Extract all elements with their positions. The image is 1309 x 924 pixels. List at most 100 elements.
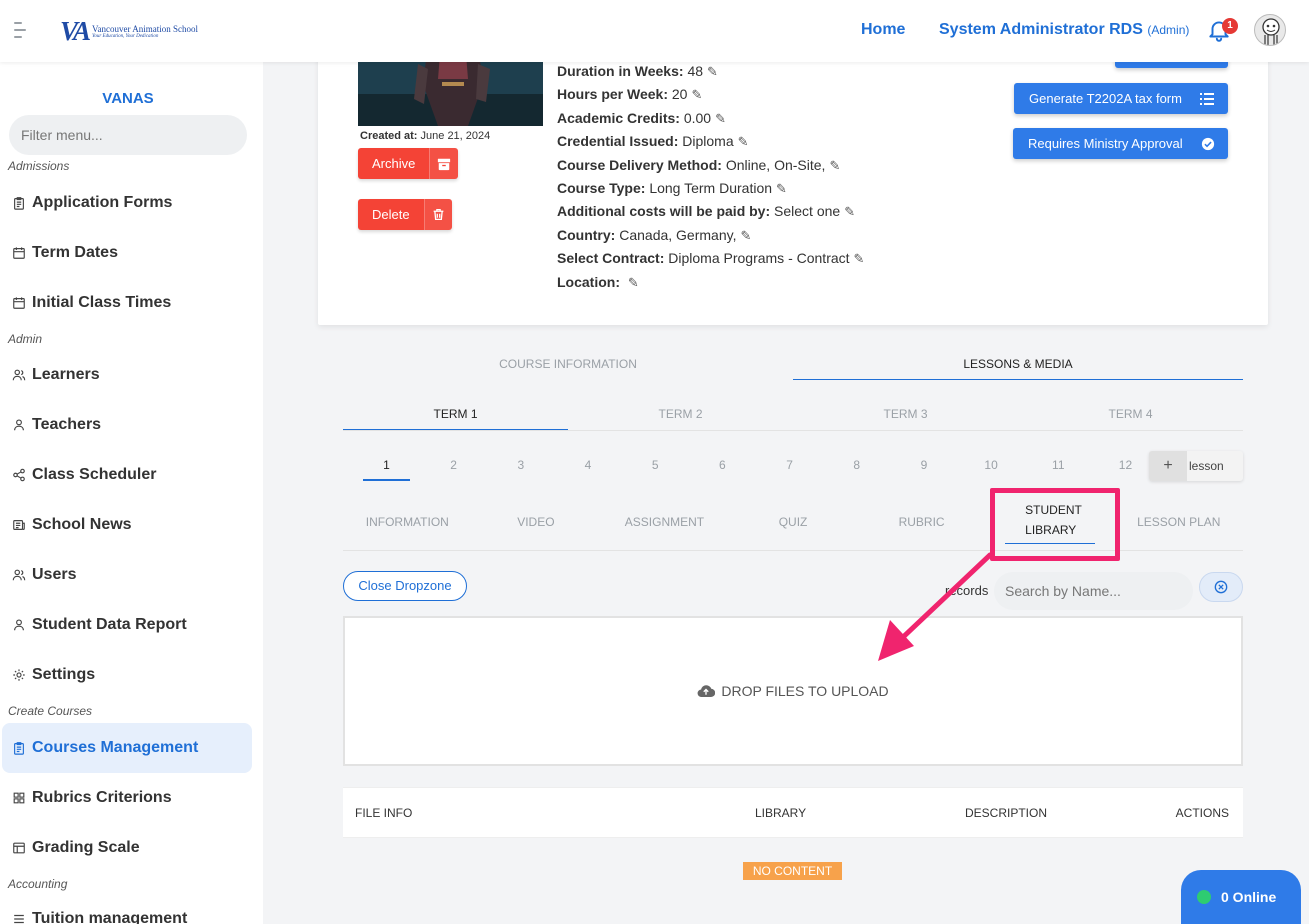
tab-course-information[interactable]: COURSE INFORMATION xyxy=(343,350,793,380)
tab-lesson-9[interactable]: 9 xyxy=(890,450,957,481)
sidebar-item-class-scheduler[interactable]: Class Scheduler xyxy=(2,450,252,500)
tab-term-3[interactable]: TERM 3 xyxy=(793,400,1018,430)
sidebar-item-learners[interactable]: Learners xyxy=(2,350,252,400)
gear-icon xyxy=(13,669,25,681)
tab-quiz[interactable]: QUIZ xyxy=(729,493,858,550)
user-name: System Administrator RDS xyxy=(939,21,1143,38)
highlight-box xyxy=(990,488,1120,561)
pencil-icon[interactable]: ✎ xyxy=(707,61,718,83)
sidebar-item-courses-management[interactable]: Courses Management xyxy=(2,723,252,773)
search-input[interactable] xyxy=(994,572,1193,610)
tab-lesson-3[interactable]: 3 xyxy=(487,450,554,481)
created-value: June 21, 2024 xyxy=(420,130,491,142)
course-details: Duration in Weeks: 48 ✎ Hours per Week: 2… xyxy=(557,60,864,294)
tab-video[interactable]: VIDEO xyxy=(472,493,601,550)
pencil-icon[interactable]: ✎ xyxy=(844,201,855,223)
pencil-icon[interactable]: ✎ xyxy=(628,272,639,294)
tab-information[interactable]: INFORMATION xyxy=(343,493,472,550)
tab-lesson-2[interactable]: 2 xyxy=(420,450,487,481)
pencil-icon[interactable]: ✎ xyxy=(738,131,749,153)
online-count: 0 Online xyxy=(1221,889,1277,905)
detail-country: Country: Canada, Germany, ✎ xyxy=(557,224,864,247)
detail-value: 0.00 xyxy=(683,109,712,126)
plus-icon: + xyxy=(1149,451,1187,481)
section-create-courses: Create Courses xyxy=(8,704,93,718)
users-icon xyxy=(12,369,26,381)
sidebar-item-grading-scale[interactable]: Grading Scale xyxy=(2,823,252,873)
calendar-icon xyxy=(13,247,25,259)
pencil-icon[interactable]: ✎ xyxy=(829,155,840,177)
tab-rubric[interactable]: RUBRIC xyxy=(857,493,986,550)
column-actions: ACTIONS xyxy=(1175,806,1229,820)
school-logo[interactable]: VA Vancouver Animation School Your Educa… xyxy=(60,16,198,47)
tab-term-2[interactable]: TERM 2 xyxy=(568,400,793,430)
sidebar-item-school-news[interactable]: School News xyxy=(2,500,252,550)
detail-label: Hours per Week: xyxy=(557,86,668,103)
sidebar-item-rubrics-criterions[interactable]: Rubrics Criterions xyxy=(2,773,252,823)
delete-button[interactable]: Delete xyxy=(358,199,452,230)
dropzone[interactable]: DROP FILES TO UPLOAD xyxy=(343,616,1243,766)
sidebar-item-settings[interactable]: Settings xyxy=(2,650,252,700)
archive-button[interactable]: Archive xyxy=(358,148,458,179)
tab-lesson-11[interactable]: 11 xyxy=(1025,450,1092,481)
sidebar-item-term-dates[interactable]: Term Dates xyxy=(2,228,252,278)
detail-additional-costs: Additional costs will be paid by: Select… xyxy=(557,200,864,223)
tab-lesson-8[interactable]: 8 xyxy=(823,450,890,481)
home-link[interactable]: Home xyxy=(861,21,905,39)
tab-term-4[interactable]: TERM 4 xyxy=(1018,400,1243,430)
sidebar-item-initial-class-times[interactable]: Initial Class Times xyxy=(2,278,252,328)
detail-duration: Duration in Weeks: 48 ✎ xyxy=(557,60,864,83)
grid-icon xyxy=(13,792,25,804)
sidebar-item-users[interactable]: Users xyxy=(2,550,252,600)
menu-toggle-icon[interactable] xyxy=(14,22,28,43)
detail-label: Course Type: xyxy=(557,180,646,197)
add-lesson-button[interactable]: + lesson xyxy=(1149,451,1243,481)
sidebar-item-tuition-management[interactable]: Tuition management xyxy=(2,894,252,924)
user-role: (Admin) xyxy=(1147,23,1190,37)
tab-lesson-4[interactable]: 4 xyxy=(554,450,621,481)
clear-search-button[interactable] xyxy=(1199,572,1243,602)
archive-icon xyxy=(429,148,458,179)
tab-lessons-media[interactable]: LESSONS & MEDIA xyxy=(793,350,1243,380)
generate-t2202a-button[interactable]: Generate T2202A tax form xyxy=(1014,83,1228,114)
users-icon xyxy=(12,569,26,581)
requires-ministry-approval-button[interactable]: Requires Ministry Approval xyxy=(1013,128,1228,159)
sidebar-item-label: Tuition management xyxy=(32,910,188,924)
tab-lesson-6[interactable]: 6 xyxy=(689,450,756,481)
detail-value: 48 xyxy=(687,63,704,79)
online-chat-widget[interactable]: 0 Online xyxy=(1181,870,1301,924)
pencil-icon[interactable]: ✎ xyxy=(740,225,751,247)
close-dropzone-button[interactable]: Close Dropzone xyxy=(343,571,467,601)
online-status-dot xyxy=(1197,890,1211,904)
pencil-icon[interactable]: ✎ xyxy=(715,108,726,130)
tab-lesson-plan[interactable]: LESSON PLAN xyxy=(1114,493,1243,550)
sidebar-item-label: Learners xyxy=(32,366,100,383)
logo-tagline: Your Education, Your Dedication xyxy=(92,34,159,39)
pencil-icon[interactable]: ✎ xyxy=(854,248,865,270)
user-menu[interactable]: System Administrator RDS (Admin) xyxy=(939,21,1189,39)
detail-label: Country: xyxy=(557,226,616,243)
sidebar-item-label: Settings xyxy=(32,666,96,683)
pencil-icon[interactable]: ✎ xyxy=(691,84,702,106)
avatar[interactable] xyxy=(1254,14,1286,46)
tab-lesson-10[interactable]: 10 xyxy=(958,450,1025,481)
clipboard-icon xyxy=(14,742,24,755)
pencil-icon[interactable]: ✎ xyxy=(776,178,787,200)
tab-lesson-1[interactable]: 1 xyxy=(363,450,410,481)
check-circle-icon xyxy=(1191,137,1225,151)
tab-assignment[interactable]: ASSIGNMENT xyxy=(600,493,729,550)
column-file-info: FILE INFO xyxy=(355,806,413,820)
sidebar-item-student-data-report[interactable]: Student Data Report xyxy=(2,600,252,650)
archive-label: Archive xyxy=(372,156,416,171)
detail-value: Canada, Germany, xyxy=(619,226,737,243)
tab-lesson-5[interactable]: 5 xyxy=(622,450,689,481)
detail-label: Select Contract: xyxy=(557,250,665,267)
close-circle-icon xyxy=(1214,580,1228,594)
filter-menu-input[interactable] xyxy=(9,115,247,155)
tab-lesson-7[interactable]: 7 xyxy=(756,450,823,481)
sidebar-item-teachers[interactable]: Teachers xyxy=(2,400,252,450)
sidebar-item-application-forms[interactable]: Application Forms xyxy=(2,178,252,228)
sidebar-item-label: School News xyxy=(32,516,132,533)
sidebar-item-label: Student Data Report xyxy=(32,616,187,633)
tab-term-1[interactable]: TERM 1 xyxy=(343,400,568,430)
